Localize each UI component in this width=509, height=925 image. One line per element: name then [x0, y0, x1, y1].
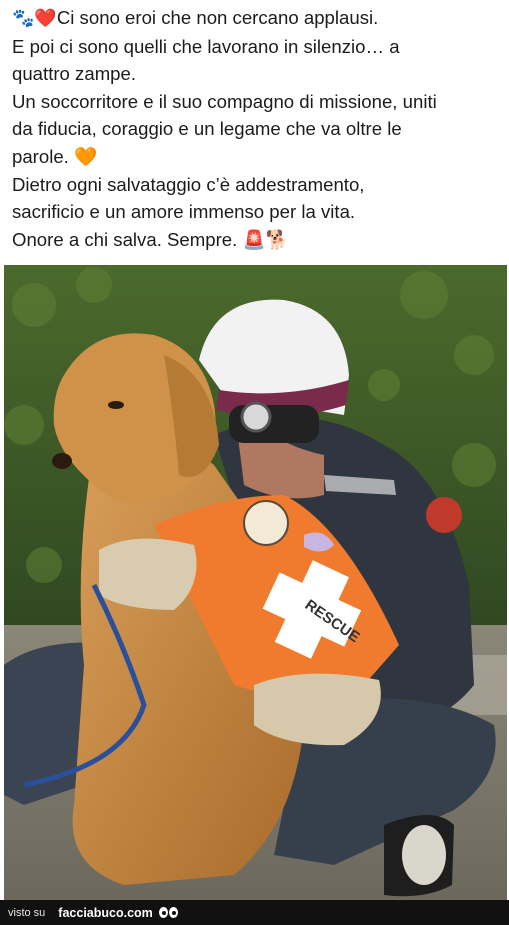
dog-eye — [108, 401, 124, 409]
shoulder-patch — [426, 497, 462, 533]
vest-emblem — [243, 500, 289, 546]
photo-illustration: RESCUE — [4, 265, 507, 900]
caption-line-1: 🐾❤️Ci sono eroi che non cercano applausi… — [12, 7, 379, 29]
site-name: facciabuco.com — [58, 905, 153, 920]
caption-line-8: sacrificio e un amore immenso per la vit… — [12, 201, 356, 223]
visto-su-label: visto su — [8, 906, 46, 919]
caption-line-7: Dietro ogni salvataggio c’è addestrament… — [12, 173, 365, 195]
rescue-dog-photo: RESCUE — [4, 265, 507, 900]
caption-line-5: da fiducia, coraggio e un legame che va … — [12, 118, 402, 140]
caption-line-2: E poi ci sono quelli che lavorano in sil… — [12, 35, 400, 57]
watermark-footer: visto su facciabuco.com — [0, 900, 509, 925]
caption-line-4: Un soccorritore e il suo compagno di mis… — [12, 90, 437, 112]
caption-line-9: Onore a chi salva. Sempre. 🚨🐕 — [12, 228, 289, 250]
dog-nose — [52, 453, 72, 469]
paw-heart-emoji-icon: 🐾❤️ — [12, 8, 57, 29]
caption-line-6: parole. 🧡 — [12, 145, 98, 167]
left-glove — [99, 538, 197, 610]
post-caption: 🐾❤️Ci sono eroi che non cercano applausi… — [12, 4, 504, 253]
headlamp — [240, 401, 272, 433]
caption-line-3: quattro zampe. — [12, 63, 137, 85]
eyes-logo-icon — [158, 907, 178, 918]
